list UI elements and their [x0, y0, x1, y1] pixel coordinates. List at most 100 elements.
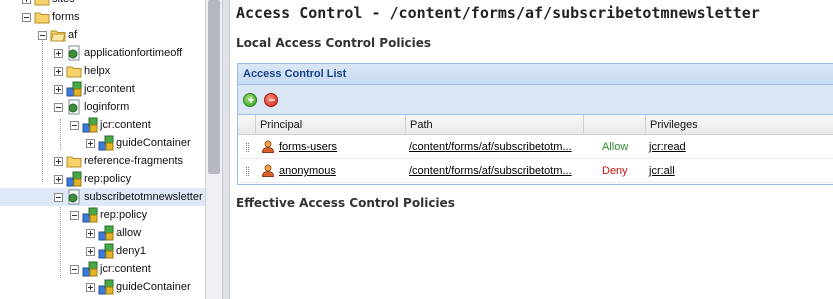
plus-icon: +: [247, 93, 255, 107]
collapse-toggle[interactable]: [54, 193, 63, 202]
drag-handle-icon[interactable]: [246, 143, 249, 152]
tree-node-label: loginform: [84, 101, 130, 113]
principal-link[interactable]: forms-users: [275, 135, 337, 159]
column-header-type[interactable]: [583, 115, 645, 135]
collapse-toggle[interactable]: [22, 13, 31, 22]
column-header-path[interactable]: Path: [405, 115, 583, 135]
user-icon: [262, 164, 274, 177]
tree-node-allow[interactable]: allow: [0, 224, 205, 242]
folder-icon: [34, 12, 50, 24]
tree-node-label: jcr:content: [100, 119, 151, 131]
tree-node-label: rep:policy: [84, 173, 132, 185]
tree-node-label: jcr:content: [100, 263, 151, 275]
page-icon: [68, 99, 80, 115]
node-icon: [66, 171, 82, 187]
tree-node-label: guideContainer: [116, 137, 191, 149]
tree-node-jcr-content[interactable]: jcr:content: [0, 80, 205, 98]
column-header-principal[interactable]: Principal: [255, 115, 405, 135]
privileges-link[interactable]: jcr:read: [645, 135, 686, 159]
tree-node-label: allow: [116, 227, 142, 239]
tree-node-guidecontainer[interactable]: guideContainer: [0, 278, 205, 296]
expand-toggle[interactable]: [86, 139, 95, 148]
acl-row[interactable]: forms-users /content/forms/af/subscribet…: [238, 135, 833, 159]
page-title: Access Control - /content/forms/af/subsc…: [236, 4, 760, 22]
collapse-toggle[interactable]: [54, 103, 63, 112]
scrollbar-thumb[interactable]: [208, 0, 220, 174]
column-header-privileges[interactable]: Privileges: [645, 115, 833, 135]
privileges-link[interactable]: jcr:all: [645, 159, 675, 183]
expand-toggle[interactable]: [22, 0, 31, 4]
collapse-toggle[interactable]: [70, 211, 79, 220]
tree-node-label: sites: [52, 0, 75, 8]
acl-toolbar: + −: [238, 85, 833, 115]
principal-link[interactable]: anonymous: [275, 159, 336, 183]
expand-toggle[interactable]: [86, 247, 95, 256]
panel-splitter[interactable]: [222, 0, 230, 299]
expand-toggle[interactable]: [86, 283, 95, 292]
tree-node-label: applicationfortimeoff: [84, 47, 183, 59]
tree-node-label: jcr:content: [84, 83, 135, 95]
path-link[interactable]: /content/forms/af/subscribetotm...: [405, 135, 581, 159]
node-icon: [98, 225, 114, 241]
folder-open-icon: [50, 30, 66, 42]
tree-node-subscribetotmnewsletter[interactable]: subscribetotmnewsletter: [0, 188, 205, 206]
path-link[interactable]: /content/forms/af/subscribetotm...: [405, 159, 581, 183]
node-icon: [82, 117, 98, 133]
expand-toggle[interactable]: [54, 157, 63, 166]
expand-toggle[interactable]: [54, 67, 63, 76]
tree-node-sites[interactable]: sites: [0, 0, 205, 8]
tree-node-label: deny1: [116, 245, 146, 257]
tree-node-label: reference-fragments: [84, 155, 184, 167]
acl-panel-header: Access Control List: [238, 64, 833, 85]
add-entry-button[interactable]: +: [243, 93, 257, 107]
folder-icon: [66, 66, 82, 78]
remove-entry-button[interactable]: −: [264, 93, 278, 107]
tree-node-jcr-content[interactable]: jcr:content: [0, 116, 205, 134]
deny-status: Deny: [602, 165, 628, 177]
local-policies-heading: Local Access Control Policies: [236, 36, 432, 50]
tree-node-jcr-content[interactable]: jcr:content: [0, 260, 205, 278]
page-icon: [68, 189, 80, 205]
tree-node-rep-policy[interactable]: rep:policy: [0, 206, 205, 224]
acl-row[interactable]: anonymous /content/forms/af/subscribetot…: [238, 159, 833, 183]
collapse-toggle[interactable]: [70, 265, 79, 274]
repository-tree: sites forms af applicationfortimeoff hel…: [0, 0, 205, 299]
node-icon: [98, 279, 114, 295]
effective-policies-heading: Effective Access Control Policies: [236, 196, 455, 210]
tree-node-label: subscribetotmnewsletter: [84, 191, 203, 203]
collapse-toggle[interactable]: [38, 31, 47, 40]
tree-node-label: rep:policy: [100, 209, 148, 221]
expand-toggle[interactable]: [54, 175, 63, 184]
tree-node-af[interactable]: af: [0, 26, 205, 44]
acl-grid-header: Principal Path Privileges: [238, 115, 833, 135]
tree-node-label: guideContainer: [116, 281, 191, 293]
tree-scrollbar[interactable]: [205, 0, 222, 299]
tree-node-label: forms: [52, 11, 80, 23]
expand-toggle[interactable]: [86, 229, 95, 238]
tree-node-label: af: [68, 29, 78, 41]
node-icon: [66, 81, 82, 97]
node-icon: [82, 207, 98, 223]
node-icon: [98, 243, 114, 259]
folder-icon: [66, 156, 82, 168]
tree-node-reference-fragments[interactable]: reference-fragments: [0, 152, 205, 170]
tree-node-helpx[interactable]: helpx: [0, 62, 205, 80]
tree-node-deny1[interactable]: deny1: [0, 242, 205, 260]
page-icon: [68, 45, 80, 61]
folder-icon: [34, 0, 50, 6]
acl-panel: Access Control List + − Principal Path P…: [237, 63, 833, 185]
expand-toggle[interactable]: [54, 49, 63, 58]
tree-node-loginform[interactable]: loginform: [0, 98, 205, 116]
tree-node-guidecontainer[interactable]: guideContainer: [0, 134, 205, 152]
access-control-panel: Access Control - /content/forms/af/subsc…: [230, 0, 833, 299]
tree-node-applicationfortimeoff[interactable]: applicationfortimeoff: [0, 44, 205, 62]
collapse-toggle[interactable]: [70, 121, 79, 130]
allow-status: Allow: [602, 141, 629, 153]
tree-node-forms[interactable]: forms: [0, 8, 205, 26]
drag-handle-icon[interactable]: [246, 167, 249, 176]
user-icon: [262, 140, 274, 153]
tree-node-rep-policy[interactable]: rep:policy: [0, 170, 205, 188]
node-icon: [98, 135, 114, 151]
expand-toggle[interactable]: [54, 85, 63, 94]
minus-icon: −: [268, 93, 276, 107]
